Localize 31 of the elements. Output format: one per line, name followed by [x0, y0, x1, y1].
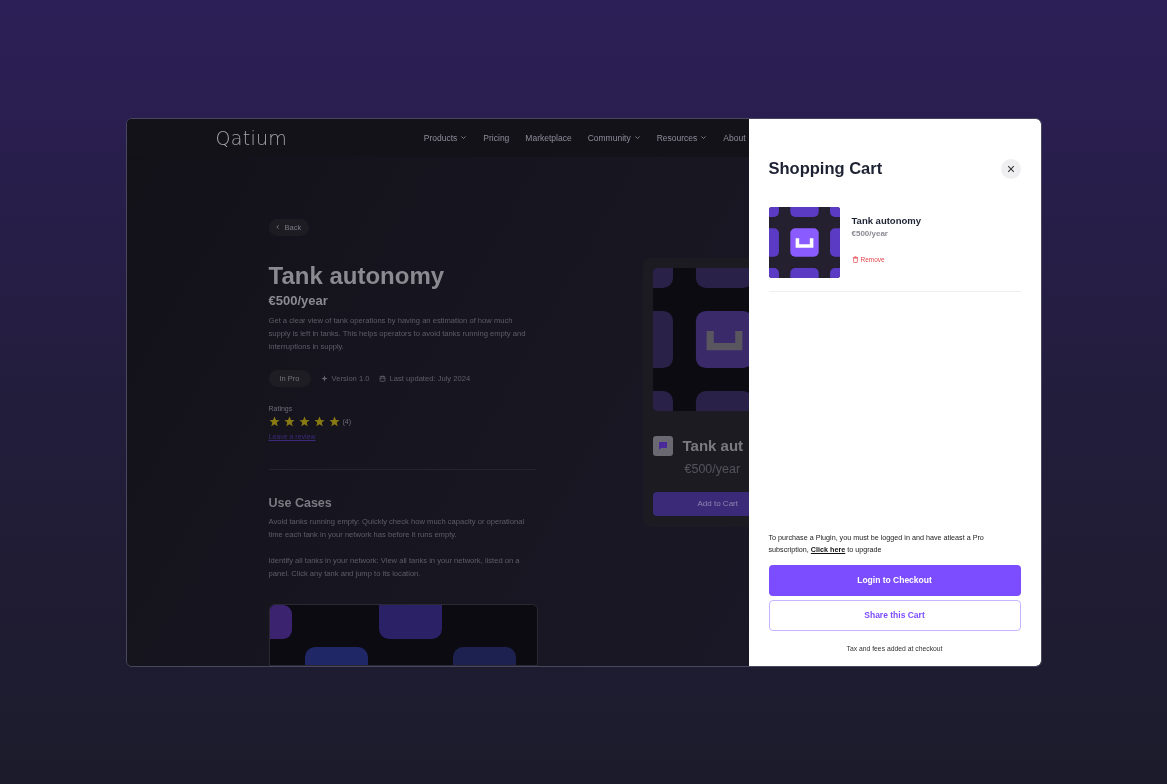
- login-checkout-button[interactable]: Login to Checkout: [768, 564, 1021, 596]
- trash-icon: [851, 255, 859, 263]
- nav-link[interactable]: Community: [587, 132, 641, 143]
- chat-icon: [652, 435, 673, 456]
- calendar-icon: [378, 374, 386, 382]
- close-icon: [1006, 164, 1015, 173]
- star-icon: [283, 415, 295, 427]
- nav-link[interactable]: Products: [423, 132, 468, 143]
- logo[interactable]: Qatium: [215, 126, 288, 149]
- add-to-cart-button[interactable]: Add to Cart: [652, 491, 750, 516]
- star-icon: [328, 415, 340, 427]
- nav-link[interactable]: Marketplace: [525, 132, 572, 143]
- close-button[interactable]: [1000, 158, 1021, 179]
- star-icon: [298, 415, 310, 427]
- cart-title: Shopping Cart: [768, 159, 883, 178]
- sparkle-icon: [320, 374, 328, 382]
- card-title: Tank aut: [682, 437, 744, 454]
- nav-link[interactable]: Pricing: [483, 132, 510, 143]
- product-price: €500/year: [268, 292, 329, 308]
- share-cart-button[interactable]: Share this Cart: [768, 599, 1021, 631]
- product-title: Tank autonomy: [268, 261, 446, 290]
- plugin-thumbnail-drawing: [768, 206, 840, 278]
- star-icon: [313, 415, 325, 427]
- item-price: €500/year: [851, 228, 889, 238]
- nav-link[interactable]: Resources: [656, 132, 708, 143]
- card-price: €500/year: [684, 461, 742, 476]
- chevron-left-icon: [274, 224, 281, 230]
- section-heading: Use Cases: [268, 495, 333, 510]
- star-icon: [268, 415, 280, 427]
- item-name: Tank autonomy: [851, 214, 921, 226]
- nav-link[interactable]: About: [723, 132, 746, 143]
